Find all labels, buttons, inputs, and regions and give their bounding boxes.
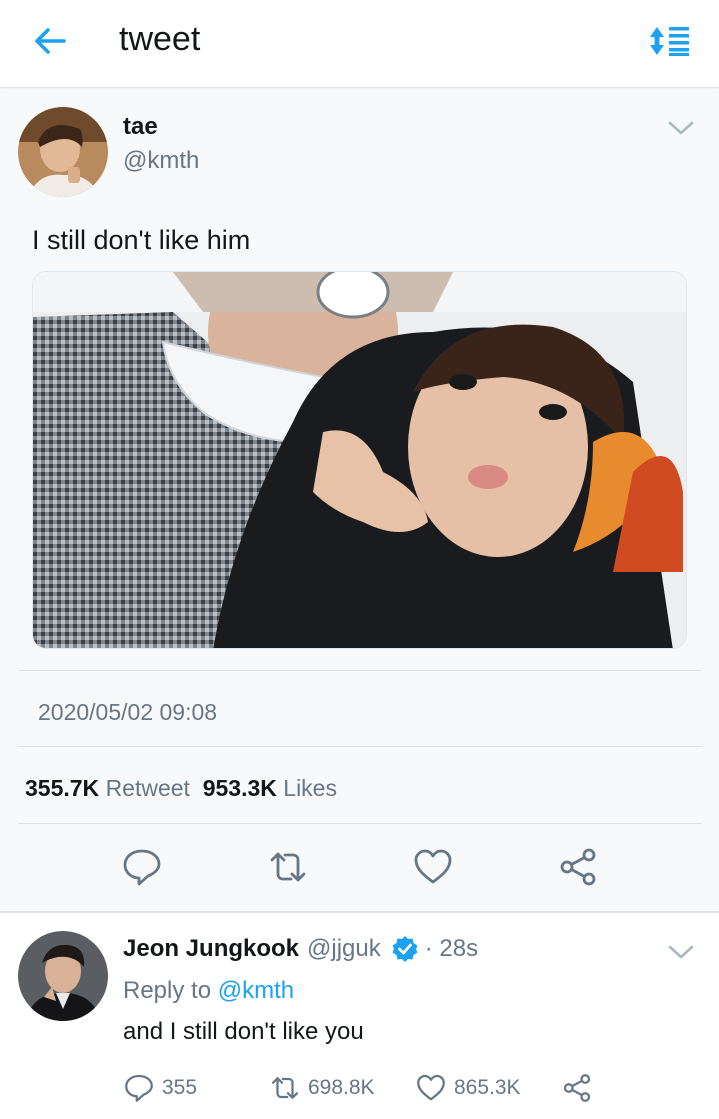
avatar-photo (18, 931, 108, 1021)
retweet-count[interactable]: 355.7K (25, 775, 99, 801)
tweet-photo[interactable] (32, 271, 687, 649)
reply-to-handle-link[interactable]: @kmth (218, 977, 294, 1004)
sort-list-icon (650, 27, 689, 56)
tweet-timestamp: 2020/05/02 09:08 (38, 699, 218, 725)
like-count[interactable]: 953.3K (203, 775, 277, 801)
avatar[interactable] (18, 107, 108, 197)
divider (18, 823, 702, 824)
reply-to-label: Reply to (123, 977, 212, 1004)
heart-icon (414, 849, 452, 884)
divider (18, 670, 702, 671)
like-count: 865.3K (454, 1076, 521, 1099)
reply-button[interactable] (122, 847, 162, 887)
display-name[interactable]: tae (123, 113, 158, 141)
retweet-icon (270, 852, 306, 882)
reply-count: 355 (162, 1076, 198, 1099)
more-options-button[interactable] (667, 943, 695, 961)
chevron-down-icon (668, 945, 694, 959)
like-label[interactable]: Likes (283, 775, 337, 801)
reply-share-button[interactable] (562, 1073, 600, 1103)
sort-button[interactable] (646, 22, 694, 60)
avatar[interactable] (18, 931, 108, 1021)
page-title: tweet (119, 20, 201, 58)
reply-to-line: Reply to @kmth (123, 977, 294, 1005)
heart-icon (417, 1074, 445, 1101)
retweet-icon (271, 1077, 299, 1099)
reply-like-button[interactable]: 865.3K (416, 1073, 521, 1103)
tweet-text: I still don't like him (32, 225, 251, 255)
avatar-photo (18, 107, 108, 197)
like-button[interactable] (413, 847, 453, 887)
more-options-button[interactable] (667, 119, 695, 137)
photo-image (33, 272, 686, 648)
speech-bubble-icon (123, 849, 161, 886)
display-name[interactable]: Jeon Jungkook (123, 935, 299, 963)
share-icon (563, 1074, 591, 1102)
reply-retweet-button[interactable]: 698.8K (270, 1073, 375, 1103)
reply-reply-button[interactable]: 355 (124, 1073, 197, 1103)
user-handle[interactable]: @kmth (123, 147, 199, 175)
tweet-stats: 355.7K Retweet 953.3K Likes (25, 775, 337, 802)
back-button[interactable] (30, 24, 70, 58)
retweet-label[interactable]: Retweet (106, 775, 190, 801)
retweet-count: 698.8K (308, 1076, 375, 1099)
arrow-left-icon (35, 28, 66, 54)
chevron-down-icon (668, 121, 694, 135)
reply-time: · 28s (424, 935, 479, 962)
reply-text: and I still don't like you (123, 1018, 364, 1045)
reply-tweet[interactable]: Jeon Jungkook @jjguk · 28s Reply to @kmt… (0, 913, 719, 1119)
divider (18, 746, 702, 747)
share-button[interactable] (558, 847, 598, 887)
speech-bubble-icon (125, 1074, 153, 1102)
top-bar: tweet (0, 0, 719, 88)
share-icon (560, 848, 596, 886)
retweet-button[interactable] (268, 847, 308, 887)
user-handle[interactable]: @jjguk (307, 935, 381, 963)
verified-badge-icon (392, 936, 418, 962)
main-tweet: tae @kmth I still don't like him 2020/05… (0, 89, 719, 911)
reply-header: Jeon Jungkook @jjguk · 28s (123, 935, 478, 963)
